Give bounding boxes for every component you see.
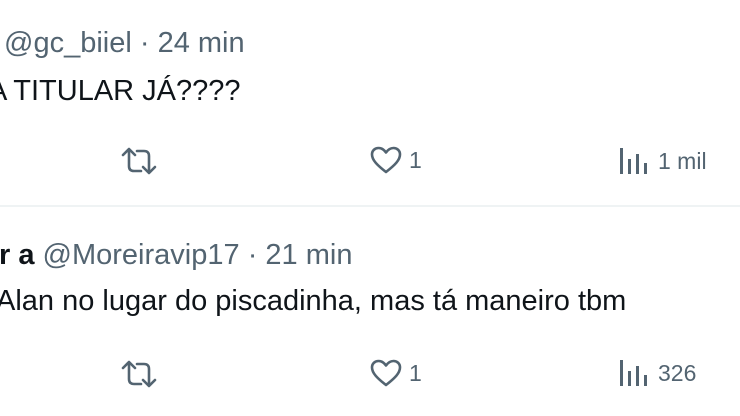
retweet-button[interactable] bbox=[120, 359, 158, 389]
like-button[interactable]: 1 bbox=[369, 358, 422, 388]
like-count: 1 bbox=[409, 359, 422, 386]
timestamp[interactable]: 24 min bbox=[158, 27, 245, 59]
separator-dot: · bbox=[139, 27, 150, 59]
tweet-header: @gc_biiel · 24 min bbox=[4, 29, 245, 58]
separator-dot: · bbox=[247, 239, 258, 271]
tweet-text: Alan no lugar do piscadinha, mas tá mane… bbox=[0, 285, 627, 317]
tweet-header: r a @Moreiravip17 · 21 min bbox=[0, 241, 352, 270]
user-handle[interactable]: @Moreiravip17 bbox=[43, 239, 240, 271]
tweet-divider bbox=[0, 205, 740, 207]
retweet-button[interactable] bbox=[120, 146, 158, 176]
timestamp[interactable]: 21 min bbox=[265, 239, 352, 271]
like-button[interactable]: 1 bbox=[369, 145, 422, 175]
user-handle[interactable]: @gc_biiel bbox=[4, 27, 132, 59]
like-count: 1 bbox=[409, 146, 422, 173]
heart-icon bbox=[369, 358, 403, 388]
views-count: 326 bbox=[658, 359, 697, 386]
views-count: 1 mil bbox=[658, 147, 707, 174]
retweet-icon bbox=[120, 359, 158, 389]
tweet-text: A TITULAR JÁ???? bbox=[0, 75, 241, 107]
analytics-icon bbox=[618, 358, 652, 388]
user-display-name[interactable]: r a bbox=[0, 239, 34, 271]
retweet-icon bbox=[120, 146, 158, 176]
views-button[interactable]: 326 bbox=[618, 358, 696, 388]
views-button[interactable]: 1 mil bbox=[618, 146, 707, 176]
heart-icon bbox=[369, 145, 403, 175]
analytics-icon bbox=[618, 146, 652, 176]
tweet[interactable]: @gc_biiel · 24 min A TITULAR JÁ???? 1 1 … bbox=[0, 0, 740, 206]
